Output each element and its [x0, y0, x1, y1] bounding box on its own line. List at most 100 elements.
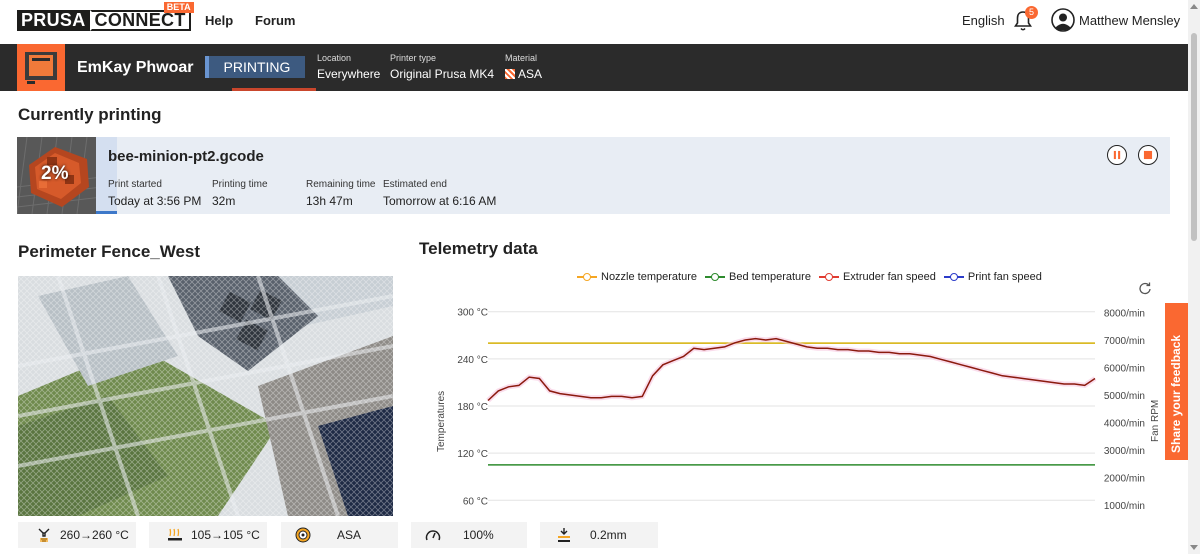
- fan-tick-label: 2000/min: [1104, 474, 1145, 485]
- estimated-end-value: Tomorrow at 6:16 AM: [383, 194, 497, 208]
- fan-tick-label: 1000/min: [1104, 501, 1145, 512]
- job-filename[interactable]: bee-minion-pt2.gcode: [108, 148, 264, 165]
- estimated-end-label: Estimated end: [383, 179, 447, 190]
- print-started-field: Print started Today at 3:56 PM: [108, 179, 201, 208]
- printer-type-meta: Printer type Original Prusa MK4: [390, 53, 494, 81]
- temp-axis-label: Temperatures: [436, 391, 447, 452]
- page-scrollbar[interactable]: [1188, 0, 1200, 554]
- remaining-time-value: 13h 47m: [306, 194, 353, 208]
- fan-tick-label: 6000/min: [1104, 364, 1145, 375]
- filament-spool-icon: [295, 527, 311, 543]
- logo-connect-text: CONNECT: [89, 10, 191, 31]
- camera-title: Perimeter Fence_West: [18, 242, 201, 261]
- printer-header: EmKay Phwoar PRINTING Location Everywher…: [0, 44, 1188, 91]
- printing-time-label: Printing time: [212, 179, 268, 190]
- bed-temp-value: 105→105 °C: [191, 528, 260, 542]
- camera-snapshot[interactable]: [18, 276, 393, 516]
- location-meta: Location Everywhere: [317, 53, 380, 81]
- location-value: Everywhere: [317, 67, 381, 81]
- legend-nozzle-marker: [577, 272, 597, 282]
- camera-image: [18, 276, 393, 516]
- remaining-time-label: Remaining time: [306, 179, 376, 190]
- printing-time-field: Printing time 32m: [212, 179, 268, 208]
- fan-tick-label: 5000/min: [1104, 391, 1145, 402]
- telemetry-title: Telemetry data: [419, 239, 538, 258]
- currently-printing-title: Currently printing: [18, 105, 162, 124]
- printer-icon[interactable]: [17, 44, 65, 91]
- language-selector[interactable]: English: [962, 13, 1005, 28]
- progress-bar: [96, 211, 117, 214]
- telemetry-chart: 300 °C 240 °C 180 °C 120 °C 60 °C 8000/min 700…: [436, 308, 1160, 512]
- user-avatar-icon[interactable]: [1051, 8, 1075, 32]
- estimated-end-field: Estimated end Tomorrow at 6:16 AM: [383, 179, 496, 208]
- remaining-time-field: Remaining time 13h 47m: [306, 179, 375, 208]
- printing-time-value: 32m: [212, 194, 236, 208]
- layer-height-value: 0.2mm: [590, 528, 627, 542]
- layer-height-stat: 0.2mm: [540, 522, 658, 548]
- temp-tick-label: 60 °C: [463, 496, 488, 507]
- forum-link[interactable]: Forum: [255, 13, 295, 28]
- material-value-row: ASA: [505, 67, 542, 81]
- share-feedback-label: Share your feedback: [1169, 334, 1183, 453]
- extruder-fan-speed-line: [487, 337, 1096, 402]
- fan-tick-label: 4000/min: [1104, 419, 1145, 430]
- beta-badge: BETA: [163, 2, 194, 13]
- material-swatch-icon: [505, 69, 515, 79]
- location-label: Location: [317, 53, 352, 63]
- progress-percent: 2%: [41, 163, 69, 184]
- top-nav: PRUSA CONNECT BETA Help Forum English 5 …: [0, 0, 1188, 44]
- legend-extruder-fan-marker: [818, 272, 839, 282]
- material-stat: ASA: [281, 522, 398, 548]
- scroll-down-arrow-icon[interactable]: [1190, 545, 1198, 550]
- nozzle-icon: [38, 528, 50, 542]
- print-started-value: Today at 3:56 PM: [108, 194, 202, 208]
- nozzle-temp-value: 260→260 °C: [60, 528, 129, 542]
- temp-tick-label: 180 °C: [457, 402, 488, 413]
- nozzle-temp-stat: 260→260 °C: [18, 522, 136, 548]
- material-meta: Material ASA: [505, 53, 542, 81]
- legend-bed[interactable]: Bed temperature: [705, 271, 811, 283]
- legend-extruder-fan-label: Extruder fan speed: [842, 271, 936, 283]
- fan-tick-label: 3000/min: [1104, 446, 1145, 457]
- legend-print-fan[interactable]: Print fan speed: [943, 271, 1042, 283]
- layer-height-icon: [558, 528, 570, 542]
- speedometer-icon: [425, 530, 441, 541]
- help-link[interactable]: Help: [205, 13, 233, 28]
- printer-name: EmKay Phwoar: [77, 59, 194, 76]
- fan-tick-label: 7000/min: [1104, 336, 1145, 347]
- scroll-up-arrow-icon[interactable]: [1190, 4, 1198, 9]
- job-card[interactable]: 2% bee-minion-pt2.gcode Print started To…: [17, 137, 1170, 214]
- refresh-icon[interactable]: [1138, 281, 1152, 295]
- fan-tick-label: 8000/min: [1104, 309, 1145, 320]
- telemetry-legend: Nozzle temperature Bed temperature Extru…: [577, 271, 1050, 283]
- extruder-fan-speed-halo: [486, 336, 1097, 403]
- notification-count-badge: 5: [1025, 6, 1038, 19]
- legend-print-fan-marker: [943, 272, 964, 282]
- logo-prusa-text: PRUSA: [17, 10, 90, 31]
- prusa-connect-logo[interactable]: PRUSA CONNECT BETA: [17, 2, 194, 31]
- temp-tick-label: 300 °C: [457, 308, 488, 319]
- material-label: Material: [505, 53, 538, 63]
- printer-type-label: Printer type: [390, 53, 437, 63]
- username[interactable]: Matthew Mensley: [1079, 13, 1180, 28]
- fan-axis-label: Fan RPM: [1150, 400, 1160, 442]
- temp-tick-label: 240 °C: [457, 355, 488, 366]
- state-underline: [232, 88, 316, 91]
- legend-nozzle-label: Nozzle temperature: [601, 271, 697, 283]
- bed-temp-stat: 105→105 °C: [149, 522, 267, 548]
- stop-button[interactable]: [1138, 145, 1158, 165]
- legend-extruder-fan[interactable]: Extruder fan speed: [818, 271, 936, 283]
- printer-type-value: Original Prusa MK4: [390, 67, 495, 81]
- legend-nozzle[interactable]: Nozzle temperature: [577, 271, 697, 283]
- print-speed-stat: 100%: [411, 522, 527, 548]
- temp-tick-label: 120 °C: [457, 449, 488, 460]
- scroll-thumb[interactable]: [1191, 33, 1197, 241]
- legend-bed-label: Bed temperature: [729, 271, 811, 283]
- share-feedback-tab[interactable]: Share your feedback: [1165, 303, 1188, 460]
- pause-button[interactable]: [1107, 145, 1127, 165]
- printer-state-button[interactable]: PRINTING: [205, 56, 305, 78]
- print-started-label: Print started: [108, 179, 162, 190]
- material-value: ASA: [518, 67, 543, 81]
- legend-print-fan-label: Print fan speed: [967, 271, 1042, 283]
- heatbed-icon: [168, 528, 182, 541]
